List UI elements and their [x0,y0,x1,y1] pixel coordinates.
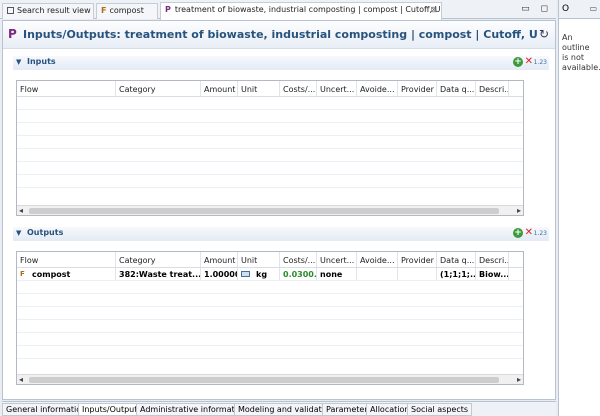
search-view-icon [7,7,14,14]
add-output-icon[interactable]: + [513,228,523,238]
process-editor: P Inputs/Outputs: treatment of biowaste,… [2,20,556,400]
scroll-left-icon[interactable]: ◂ [19,375,23,384]
table-row [17,162,523,175]
table-row [17,175,523,188]
col-flow[interactable]: Flow [17,252,116,267]
col-flow[interactable]: Flow [17,81,116,96]
flow-cell[interactable]: Fcompost [17,268,116,280]
editor-page-tabs: General information Inputs/Outputs Admin… [2,401,556,416]
outputs-section-title: Outputs [27,228,64,237]
tab-social-aspects[interactable]: Social aspects [407,403,473,416]
editor-tab-bar: Search result view Fcompost Ptreatment o… [0,0,556,20]
table-row [17,136,523,149]
outputs-table[interactable]: Flow Category Amount Unit Costs/... Unce… [16,251,524,385]
collapse-arrow-icon[interactable]: ▼ [16,229,21,237]
table-row [17,110,523,123]
col-unit[interactable]: Unit [238,81,280,96]
table-row [17,333,523,346]
table-row [17,320,523,333]
refresh-icon[interactable]: ↻ [539,27,549,41]
col-data-quality[interactable]: Data q... [437,81,476,96]
col-avoided[interactable]: Avoide... [357,252,398,267]
flow-icon: F [101,6,107,15]
col-costs[interactable]: Costs/... [280,252,317,267]
process-prefix-icon: P [8,27,17,41]
outputs-header-row: Flow Category Amount Unit Costs/... Unce… [17,252,523,268]
tab-search-result-view[interactable]: Search result view [2,3,94,19]
table-row[interactable]: Fcompost 382:Waste treat... 1.00000 kg 0… [17,268,523,281]
col-description[interactable]: Descri... [476,252,509,267]
page-title: Inputs/Outputs: treatment of biowaste, i… [23,28,538,41]
scroll-thumb[interactable] [29,377,499,383]
table-row [17,307,523,320]
flow-icon: F [20,270,25,278]
col-provider[interactable]: Provider [398,81,437,96]
col-amount[interactable]: Amount [201,252,238,267]
col-unit[interactable]: Unit [238,252,280,267]
inputs-section: ▼ Inputs + ✕ 1.23 [13,56,549,70]
provider-cell[interactable] [398,268,437,280]
outline-tab[interactable]: O ▭ [559,0,600,19]
category-cell[interactable]: 382:Waste treat... [116,268,201,280]
uncertainty-cell[interactable]: none [317,268,357,280]
number-format-icon[interactable]: 1.23 [534,59,547,66]
tab-general-information[interactable]: General information [2,403,91,416]
scroll-left-icon[interactable]: ◂ [19,206,23,215]
inputs-grid: Flow Category Amount Unit Costs/... Unce… [17,81,523,188]
col-data-quality[interactable]: Data q... [437,252,476,267]
unit-cell[interactable]: kg [238,268,280,280]
inputs-section-header[interactable]: ▼ Inputs + ✕ 1.23 [13,56,549,70]
col-category[interactable]: Category [116,252,201,267]
scroll-right-icon[interactable]: ▸ [517,206,521,215]
process-icon: P [165,5,171,14]
col-costs[interactable]: Costs/... [280,81,317,96]
window-buttons[interactable]: ▭ ◻ [521,4,552,14]
table-row [17,123,523,136]
editor-header: P Inputs/Outputs: treatment of biowaste,… [3,21,555,49]
table-row [17,281,523,294]
inputs-section-title: Inputs [27,57,56,66]
outputs-grid: Flow Category Amount Unit Costs/... Unce… [17,252,523,359]
amount-cell[interactable]: 1.00000 [201,268,238,280]
outputs-section: ▼ Outputs + ✕ 1.23 [13,227,549,241]
costs-cell[interactable]: 0.0300... [280,268,317,280]
inputs-header-row: Flow Category Amount Unit Costs/... Unce… [17,81,523,97]
unit-icon [241,271,250,277]
scroll-thumb[interactable] [29,208,499,214]
col-amount[interactable]: Amount [201,81,238,96]
add-input-icon[interactable]: + [513,57,523,67]
scroll-right-icon[interactable]: ▸ [517,375,521,384]
outline-pane: O ▭ An outline is not available. [558,0,600,416]
description-cell[interactable]: Biow... [476,268,509,280]
avoided-cell[interactable] [357,268,398,280]
number-format-icon[interactable]: 1.23 [534,230,547,237]
col-uncertainty[interactable]: Uncert... [317,81,357,96]
delete-input-icon[interactable]: ✕ [525,56,533,67]
table-row [17,346,523,359]
close-tab-icon[interactable]: ⊠ [430,5,437,14]
inputs-horizontal-scrollbar[interactable]: ◂ ▸ [17,205,523,215]
outputs-horizontal-scrollbar[interactable]: ◂ ▸ [17,374,523,384]
col-avoided[interactable]: Avoide... [357,81,398,96]
delete-output-icon[interactable]: ✕ [525,227,533,238]
col-provider[interactable]: Provider [398,252,437,267]
table-row [17,149,523,162]
table-row [17,294,523,307]
data-quality-cell[interactable]: (1;1;1;... [437,268,476,280]
outputs-section-header[interactable]: ▼ Outputs + ✕ 1.23 [13,227,549,241]
col-uncertainty[interactable]: Uncert... [317,252,357,267]
table-row [17,97,523,110]
inputs-table[interactable]: Flow Category Amount Unit Costs/... Unce… [16,80,524,216]
tab-process-editor[interactable]: Ptreatment of biowaste, industrial compo… [160,2,442,20]
outline-message: An outline is not available. [562,33,600,72]
collapse-arrow-icon[interactable]: ▼ [16,58,21,66]
col-description[interactable]: Descri... [476,81,509,96]
tab-compost[interactable]: Fcompost [96,3,158,19]
col-category[interactable]: Category [116,81,201,96]
minimize-icon[interactable]: ▭ [589,4,597,13]
